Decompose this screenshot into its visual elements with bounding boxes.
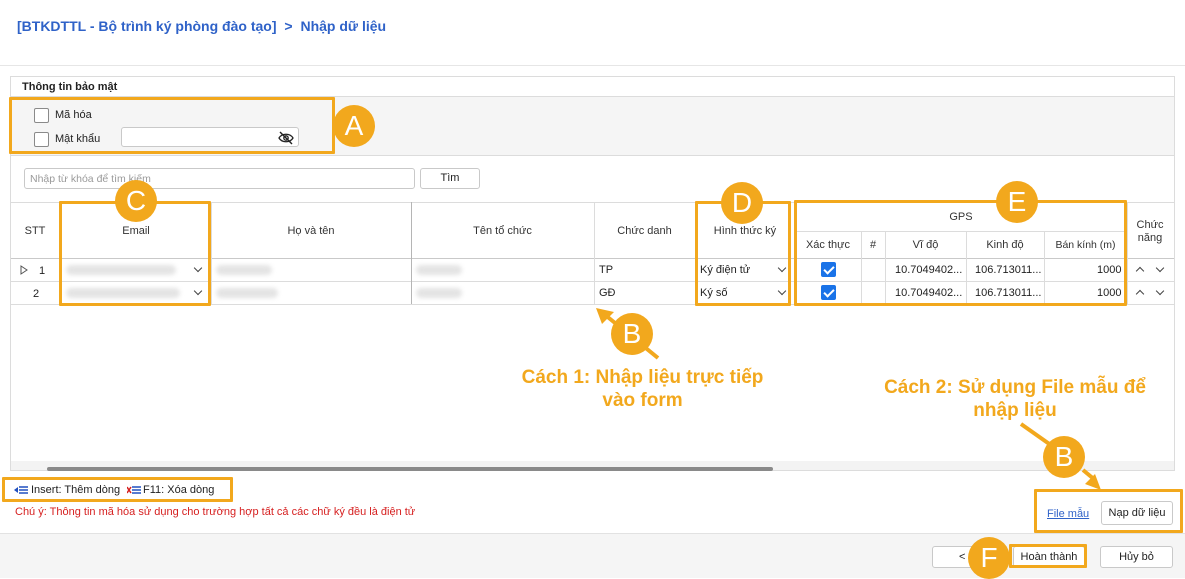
security-title: Thông tin bảo mật [22,81,118,93]
org-blurred [416,265,462,275]
method2-callout: Cách 2: Sử dụng File mẫu để nhập liệu [860,376,1170,422]
search-input[interactable]: Nhập từ khóa để tìm kiếm [24,168,415,189]
annotation-badge-e: E [996,181,1038,223]
search-button[interactable]: Tìm [420,168,480,189]
breadcrumb-separator: > [284,18,293,34]
cancel-button[interactable]: Hủy bỏ [1100,546,1173,568]
header-name: Họ và tên [287,225,335,237]
annotation-badge-d: D [721,182,763,224]
annotation-badge-c: C [115,180,157,222]
annotation-badge-b2: B [1043,436,1085,478]
header-org: Tên tổ chức [473,225,532,237]
annotation-badge-a: A [333,105,375,147]
name-blurred [216,288,278,298]
row-pointer-icon [20,265,28,275]
method1-callout: Cách 1: Nhập liệu trực tiếp vào form [500,366,785,412]
breadcrumb: [BTKDTTL - Bộ trình ký phòng đào tạo] > … [17,18,386,34]
row-stt: 2 [33,288,40,300]
col-divider [594,202,595,304]
annotation-badge-b1: B [611,313,653,355]
security-bottom-divider [11,155,1174,156]
col-divider [211,202,212,304]
org-blurred [416,288,462,298]
method2-line1: Cách 2: Sử dụng File mẫu để [884,377,1146,398]
annotation-box-shortcuts [2,477,233,502]
row-title[interactable]: TP [599,264,613,276]
col-divider [1127,202,1128,304]
header-divider [0,65,1185,66]
row-title[interactable]: GĐ [599,287,616,299]
encryption-note: Chú ý: Thông tin mã hóa sử dụng cho trườ… [15,506,416,518]
header-stt: STT [24,225,46,237]
name-blurred [216,265,272,275]
annotation-box-a [9,97,335,154]
breadcrumb-current: Nhập dữ liệu [300,18,387,34]
header-actions: Chức năng [1136,219,1164,244]
row-stt: 1 [39,265,46,277]
annotation-box-e [794,200,1127,306]
horizontal-scrollbar[interactable] [47,467,773,471]
method1-line2: vào form [602,390,683,411]
annotation-box-finish [1009,544,1087,568]
method1-line1: Cách 1: Nhập liệu trực tiếp [521,367,764,388]
breadcrumb-root[interactable]: [BTKDTTL - Bộ trình ký phòng đào tạo] [17,18,277,34]
col-divider [411,202,412,304]
annotation-badge-f: F [968,537,1010,579]
header-title: Chức danh [617,225,672,237]
